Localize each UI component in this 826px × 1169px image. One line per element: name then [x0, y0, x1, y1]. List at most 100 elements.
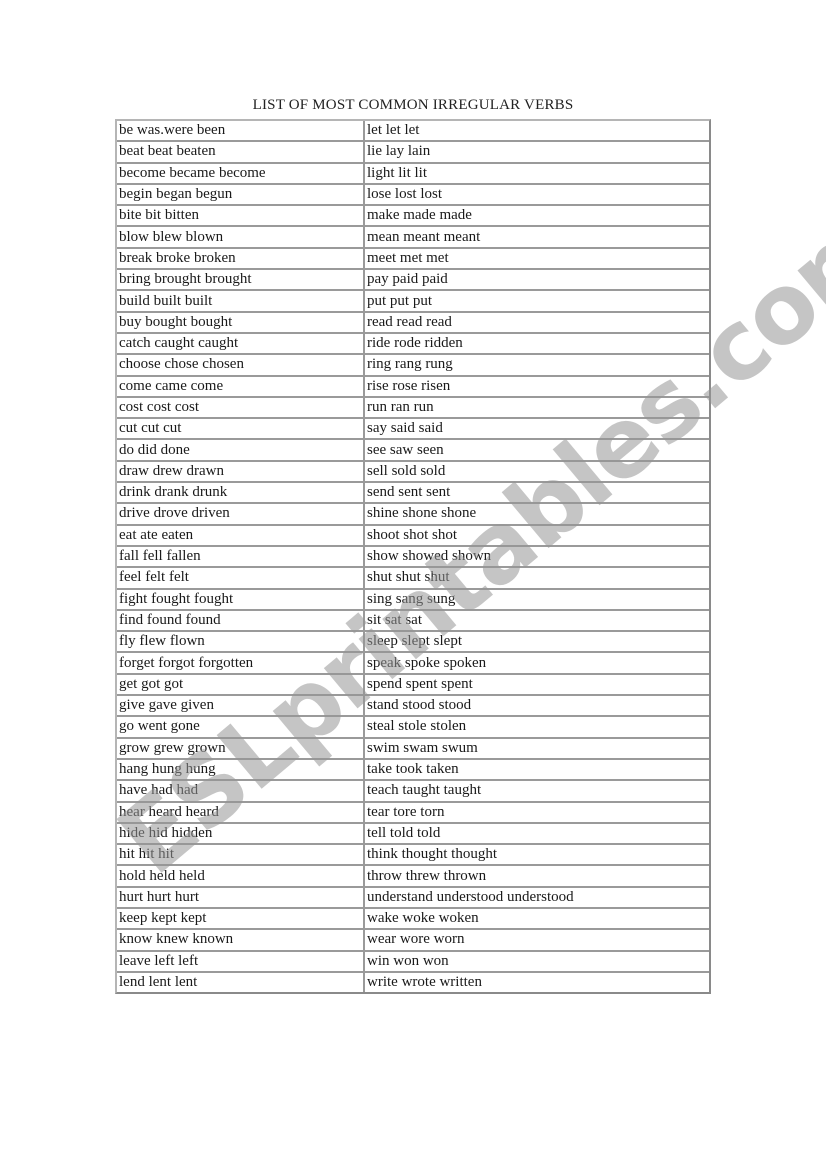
- verb-cell-left: buy bought bought: [117, 312, 365, 334]
- table-row: fall fell fallen show showed shown: [117, 546, 709, 569]
- verb-cell-left: have had had: [117, 781, 365, 803]
- verb-cell-left: feel felt felt: [117, 568, 365, 590]
- verb-cell-right: steal stole stolen: [365, 717, 709, 739]
- verb-cell-right: rise rose risen: [365, 377, 709, 398]
- table-row: become became become light lit lit: [117, 163, 709, 185]
- verb-cell-right: ride rode ridden: [365, 334, 709, 356]
- verb-cell-right: send sent sent: [365, 483, 709, 505]
- verb-cell-left: choose chose chosen: [117, 355, 365, 377]
- verb-cell-right: sell sold sold: [365, 462, 709, 484]
- table-row: hide hid hidden tell told told: [117, 823, 709, 846]
- table-row: drive drove driven shine shone shone: [117, 504, 709, 526]
- verb-cell-right: sing sang sung: [365, 590, 709, 611]
- table-row: hurt hurt hurt understand understood unde…: [117, 887, 709, 909]
- table-row: fly flew flown sleep slept slept: [117, 632, 709, 654]
- table-row: have had had teach taught taught: [117, 781, 709, 803]
- table-row: build built built put put put: [117, 291, 709, 313]
- table-row: begin began begun lose lost lost: [117, 184, 709, 207]
- verb-cell-left: lend lent lent: [117, 972, 365, 993]
- verb-cell-left: build built built: [117, 291, 365, 313]
- verb-cell-right: put put put: [365, 291, 709, 313]
- verb-cell-left: drive drove driven: [117, 504, 365, 526]
- verb-cell-right: meet met met: [365, 249, 709, 271]
- table-row: catch caught caught ride rode ridden: [117, 333, 709, 356]
- verb-cell-left: go went gone: [117, 717, 365, 739]
- verb-cell-right: tell told told: [365, 824, 709, 846]
- verb-cell-right: stand stood stood: [365, 696, 709, 718]
- table-row: give gave given stand stood stood: [117, 696, 709, 718]
- verb-cell-right: sit sat sat: [365, 611, 709, 633]
- table-row: cut cut cut say said said: [117, 419, 709, 441]
- verb-cell-left: fly flew flown: [117, 632, 365, 654]
- verb-cell-left: begin began begun: [117, 184, 365, 207]
- verb-cell-right: make made made: [365, 206, 709, 228]
- table-row: leave left left win won won: [117, 951, 709, 973]
- verb-cell-left: hit hit hit: [117, 845, 365, 867]
- verb-cell-right: shine shone shone: [365, 504, 709, 526]
- table-row: draw drew drawn sell sold sold: [117, 461, 709, 484]
- verb-cell-left: beat beat beaten: [117, 142, 365, 164]
- table-row: feel felt felt shut shut shut: [117, 568, 709, 590]
- verb-cell-right: light lit lit: [365, 164, 709, 185]
- verb-cell-left: blow blew blown: [117, 227, 365, 249]
- verb-cell-right: throw threw thrown: [365, 866, 709, 888]
- table-row: choose chose chosen ring rang rung: [117, 355, 709, 377]
- verb-cell-left: get got got: [117, 674, 365, 697]
- table-row: lend lent lent write wrote written: [117, 972, 709, 993]
- table-row: get got got spend spent spent: [117, 674, 709, 697]
- table-row: hit hit hit think thought thought: [117, 845, 709, 867]
- table-row: find found found sit sat sat: [117, 610, 709, 633]
- verb-cell-right: take took taken: [365, 760, 709, 782]
- verb-cell-right: tear tore torn: [365, 803, 709, 824]
- table-row: fight fought fought sing sang sung: [117, 589, 709, 611]
- verb-cell-left: come came come: [117, 376, 365, 398]
- verb-cell-right: shoot shot shot: [365, 526, 709, 547]
- verb-cell-left: cost cost cost: [117, 397, 365, 420]
- verb-cell-left: keep kept kept: [117, 908, 365, 931]
- table-row: hang hung hung take took taken: [117, 759, 709, 782]
- verb-cell-right: speak spoke spoken: [365, 653, 709, 675]
- page-title: LIST OF MOST COMMON IRREGULAR VERBS: [252, 97, 574, 113]
- table-row: eat ate eaten shoot shot shot: [117, 525, 709, 547]
- table-row: blow blew blown mean meant meant: [117, 227, 709, 249]
- verb-cell-left: hide hid hidden: [117, 823, 365, 846]
- verb-cell-right: say said said: [365, 419, 709, 441]
- table-row: bring brought brought pay paid paid: [117, 270, 709, 292]
- table-row: go went gone steal stole stolen: [117, 717, 709, 739]
- verb-cell-left: hang hung hung: [117, 759, 365, 782]
- verb-cell-left: eat ate eaten: [117, 525, 365, 547]
- verb-cell-left: know knew known: [117, 930, 365, 952]
- verb-cell-left: hurt hurt hurt: [117, 887, 365, 909]
- verb-cell-right: teach taught taught: [365, 781, 709, 803]
- verb-cell-left: become became become: [117, 163, 365, 185]
- table-row: come came come rise rose risen: [117, 376, 709, 398]
- table-row: do did done see saw seen: [117, 440, 709, 462]
- table-row: know knew known wear wore worn: [117, 930, 709, 952]
- verb-cell-right: show showed shown: [365, 547, 709, 569]
- verb-cell-left: give gave given: [117, 696, 365, 718]
- verb-cell-right: read read read: [365, 313, 709, 334]
- verb-cell-right: run ran run: [365, 398, 709, 420]
- table-body: be was.were been let let let beat beat bea…: [117, 121, 709, 993]
- verb-cell-left: be was.were been: [117, 121, 365, 143]
- verb-cell-left: do did done: [117, 440, 365, 462]
- verb-cell-left: catch caught caught: [117, 333, 365, 356]
- table-row: bite bit bitten make made made: [117, 206, 709, 228]
- table-row: buy bought bought read read read: [117, 312, 709, 334]
- verb-cell-left: drink drank drunk: [117, 483, 365, 505]
- verb-cell-left: hold held held: [117, 866, 365, 888]
- table-row: keep kept kept wake woke woken: [117, 908, 709, 931]
- table-row: be was.were been let let let: [117, 121, 709, 143]
- verb-cell-left: draw drew drawn: [117, 461, 365, 484]
- verb-cell-left: fight fought fought: [117, 589, 365, 611]
- verb-cell-left: bring brought brought: [117, 270, 365, 292]
- verb-cell-left: forget forgot forgotten: [117, 653, 365, 675]
- verb-cell-right: write wrote written: [367, 974, 482, 991]
- table-row: beat beat beaten lie lay lain: [117, 142, 709, 164]
- verb-cell-right: swim swam swum: [365, 739, 709, 760]
- verb-cell-right: wear wore worn: [365, 930, 709, 952]
- verb-cell-left: cut cut cut: [117, 419, 365, 441]
- verb-cell-left: hear heard heard: [117, 802, 365, 824]
- table-row: hold held held throw threw thrown: [117, 866, 709, 888]
- verb-cell-right: win won won: [365, 952, 709, 973]
